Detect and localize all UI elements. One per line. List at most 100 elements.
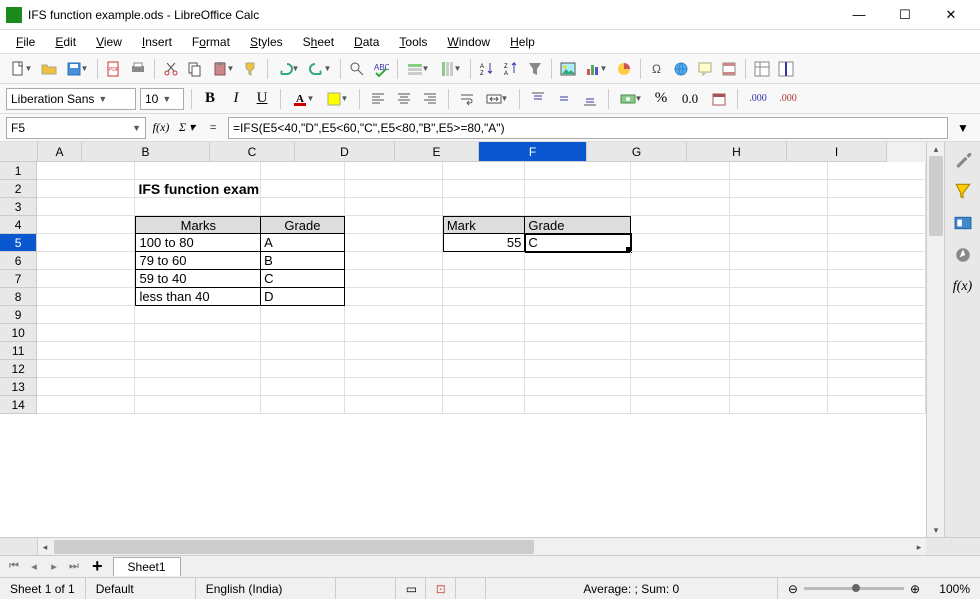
cell[interactable]: [37, 234, 135, 252]
cell[interactable]: [828, 162, 926, 180]
cell[interactable]: [345, 234, 443, 252]
cell[interactable]: [525, 270, 631, 288]
cut-button[interactable]: [160, 58, 182, 80]
wrap-button[interactable]: [456, 88, 478, 110]
row-header-12[interactable]: 12: [0, 360, 37, 378]
menu-help[interactable]: Help: [502, 33, 543, 51]
cell[interactable]: [443, 162, 526, 180]
cell[interactable]: [631, 162, 729, 180]
merge-button[interactable]: ▼: [482, 88, 512, 110]
sidebar-properties-icon[interactable]: [950, 146, 976, 172]
row-header-2[interactable]: 2: [0, 180, 37, 198]
cell[interactable]: [730, 396, 828, 414]
status-style[interactable]: Default: [86, 578, 196, 599]
cell[interactable]: [37, 252, 135, 270]
col-header-h[interactable]: H: [687, 142, 787, 162]
cell[interactable]: [37, 342, 135, 360]
zoom-in-icon[interactable]: ⊕: [910, 582, 920, 596]
tab-next-button[interactable]: ▸: [46, 560, 62, 573]
cell[interactable]: [345, 270, 443, 288]
cell[interactable]: [631, 216, 729, 234]
cell[interactable]: 79 to 60: [135, 252, 261, 270]
align-top-button[interactable]: [527, 88, 549, 110]
cell[interactable]: [261, 396, 344, 414]
horizontal-scrollbar[interactable]: ◂ ▸: [38, 538, 926, 555]
cell[interactable]: [345, 342, 443, 360]
cell[interactable]: [345, 162, 443, 180]
bold-button[interactable]: B: [199, 88, 221, 110]
open-button[interactable]: [38, 58, 60, 80]
sidebar-styles-icon[interactable]: [950, 178, 976, 204]
add-sheet-button[interactable]: +: [92, 556, 103, 577]
cell[interactable]: [261, 342, 344, 360]
sort-desc-button[interactable]: ZA: [500, 58, 522, 80]
function-wizard-button[interactable]: f(x): [150, 117, 172, 139]
cell[interactable]: [525, 378, 631, 396]
cell[interactable]: [730, 378, 828, 396]
cell[interactable]: [443, 270, 526, 288]
cell[interactable]: [828, 234, 926, 252]
cell[interactable]: [37, 360, 135, 378]
cell[interactable]: [828, 180, 926, 198]
menu-insert[interactable]: Insert: [134, 33, 180, 51]
sidebar-functions-icon[interactable]: f(x): [950, 274, 976, 300]
cell[interactable]: [345, 396, 443, 414]
cell[interactable]: [345, 288, 443, 306]
cell[interactable]: [525, 162, 631, 180]
cell[interactable]: [730, 180, 828, 198]
export-pdf-button[interactable]: PDF: [103, 58, 125, 80]
chart-button[interactable]: ▼: [581, 58, 611, 80]
cell[interactable]: [37, 270, 135, 288]
cell[interactable]: [135, 360, 261, 378]
formula-expand-button[interactable]: ▼: [952, 117, 974, 139]
cell[interactable]: [345, 360, 443, 378]
zoom-slider[interactable]: [804, 587, 904, 590]
cell[interactable]: [345, 378, 443, 396]
cell[interactable]: [828, 342, 926, 360]
cell[interactable]: [345, 324, 443, 342]
col-header-d[interactable]: D: [295, 142, 395, 162]
cell[interactable]: [730, 198, 828, 216]
row-header-3[interactable]: 3: [0, 198, 37, 216]
cell[interactable]: [443, 252, 526, 270]
image-button[interactable]: [557, 58, 579, 80]
formula-button[interactable]: =: [202, 117, 224, 139]
cell[interactable]: [730, 234, 828, 252]
name-box[interactable]: F5▼: [6, 117, 146, 139]
number-button[interactable]: 0.0: [676, 88, 704, 110]
cell[interactable]: [345, 198, 443, 216]
sum-button[interactable]: Σ ▾: [176, 117, 198, 139]
cell[interactable]: [37, 378, 135, 396]
cell[interactable]: IFS function example: [135, 180, 261, 198]
col-header-b[interactable]: B: [82, 142, 210, 162]
cell[interactable]: [261, 324, 344, 342]
cell[interactable]: [828, 288, 926, 306]
special-char-button[interactable]: Ω: [646, 58, 668, 80]
freeze-button[interactable]: [751, 58, 773, 80]
status-selection-mode[interactable]: ▭: [396, 578, 426, 599]
cell[interactable]: [443, 288, 526, 306]
close-button[interactable]: ✕: [928, 0, 974, 30]
zoom-controls[interactable]: ⊖ ⊕: [778, 582, 930, 596]
cell[interactable]: [828, 252, 926, 270]
cell[interactable]: [135, 306, 261, 324]
cell[interactable]: [525, 288, 631, 306]
underline-button[interactable]: U: [251, 88, 273, 110]
cell[interactable]: [345, 306, 443, 324]
percent-button[interactable]: %: [650, 88, 672, 110]
cell[interactable]: [37, 288, 135, 306]
menu-styles[interactable]: Styles: [242, 33, 291, 51]
cell[interactable]: [37, 162, 135, 180]
cell[interactable]: 59 to 40: [135, 270, 261, 288]
cell[interactable]: [345, 216, 443, 234]
cell[interactable]: [135, 324, 261, 342]
cell[interactable]: [525, 198, 631, 216]
row-header-9[interactable]: 9: [0, 306, 37, 324]
cell[interactable]: D: [261, 288, 344, 306]
redo-button[interactable]: ▼: [305, 58, 335, 80]
save-button[interactable]: ▼: [62, 58, 92, 80]
cell[interactable]: [37, 396, 135, 414]
row-header-13[interactable]: 13: [0, 378, 37, 396]
status-sum[interactable]: Average: ; Sum: 0: [486, 578, 778, 599]
cell[interactable]: [525, 396, 631, 414]
